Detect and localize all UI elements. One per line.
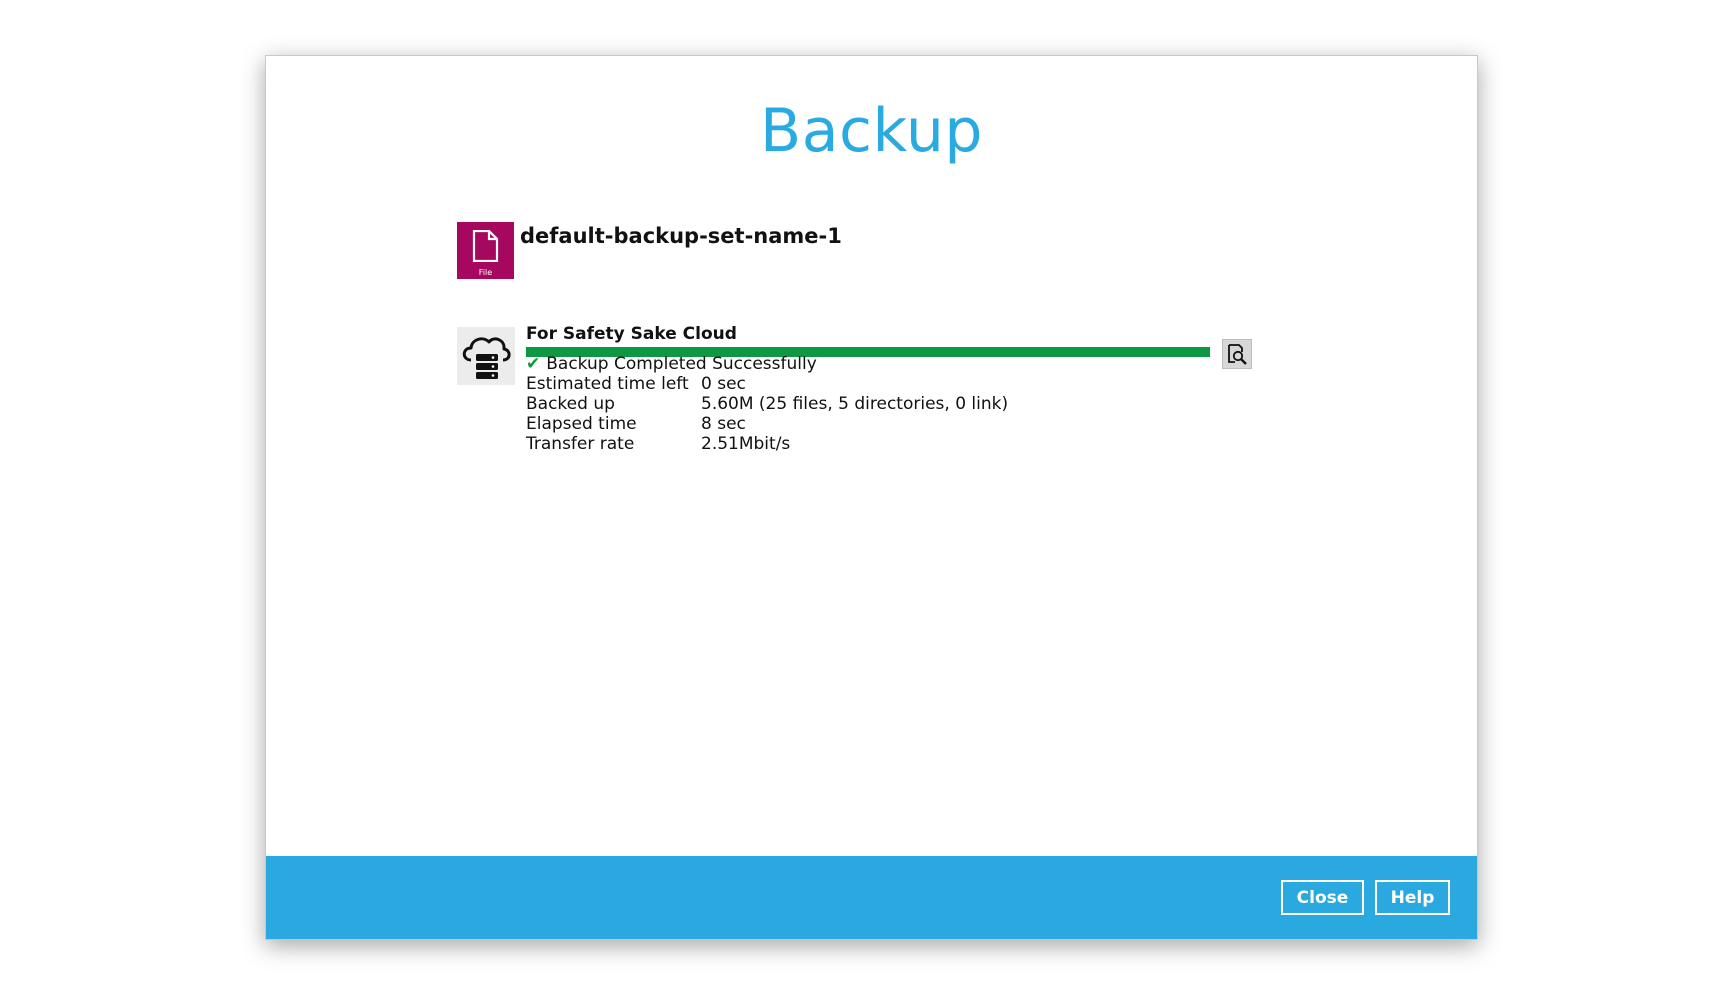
magnify-document-icon (1228, 344, 1247, 365)
file-type-caption: File (478, 268, 493, 277)
cloud-server-icon (457, 327, 515, 385)
stat-row: Transfer rate 2.51Mbit/s (526, 434, 1008, 454)
file-icon: File (457, 222, 514, 279)
backup-dialog: Backup File default-backup-set-name-1 Fo… (265, 55, 1478, 940)
backup-set-name: default-backup-set-name-1 (520, 224, 842, 248)
stat-value: 8 sec (701, 414, 746, 434)
stat-value: 5.60M (25 files, 5 directories, 0 link) (701, 394, 1009, 414)
stat-row: Backed up 5.60M (25 files, 5 directories… (526, 394, 1008, 414)
dialog-footer: Close Help (266, 856, 1477, 939)
view-details-button[interactable] (1222, 339, 1252, 369)
stat-label: Transfer rate (526, 434, 635, 454)
status-text: Backup Completed Successfully (546, 354, 817, 374)
stat-label: Estimated time left (526, 374, 689, 394)
stat-label: Elapsed time (526, 414, 637, 434)
checkmark-icon: ✔ (526, 354, 541, 374)
stat-value: 0 sec (701, 374, 746, 394)
dialog-title: Backup (760, 96, 983, 166)
backup-stats: Estimated time left 0 sec Backed up 5.60… (526, 374, 1008, 454)
destination-name: For Safety Sake Cloud (526, 324, 737, 344)
close-button[interactable]: Close (1281, 880, 1364, 915)
stat-row: Elapsed time 8 sec (526, 414, 1008, 434)
stat-value: 2.51Mbit/s (701, 434, 791, 454)
backup-status: ✔ Backup Completed Successfully (526, 354, 817, 374)
help-button[interactable]: Help (1375, 880, 1450, 915)
stat-label: Backed up (526, 394, 615, 414)
stat-row: Estimated time left 0 sec (526, 374, 1008, 394)
document-glyph (472, 230, 499, 262)
